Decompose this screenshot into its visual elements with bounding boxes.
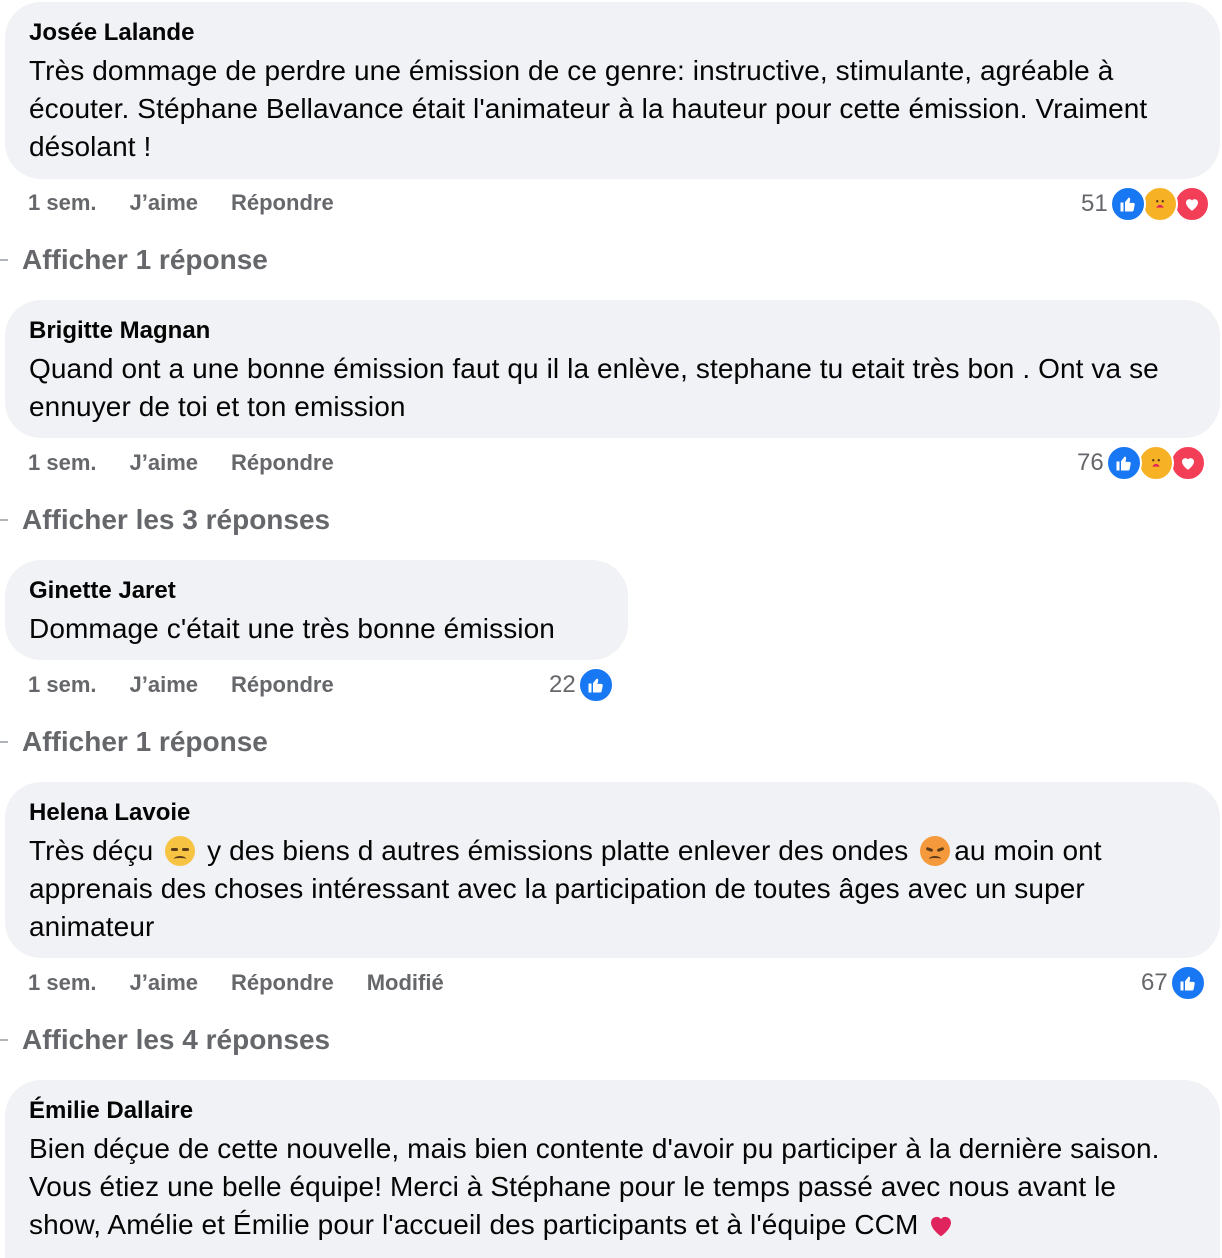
- care-icon: [1141, 186, 1178, 222]
- like-button[interactable]: J’aime: [130, 450, 199, 476]
- care-icon: [1137, 445, 1174, 481]
- reply-button[interactable]: Répondre: [231, 190, 334, 216]
- pouting-face-emoji: [920, 836, 951, 866]
- comment-text: Quand ont a une bonne émission faut qu i…: [29, 353, 1159, 422]
- love-icon: [1169, 445, 1206, 481]
- reactions-summary[interactable]: 22: [549, 667, 614, 703]
- comment-timestamp[interactable]: 1 sem.: [28, 450, 97, 476]
- comment-actions: 1 sem. J’aime Répondre Modifié: [28, 967, 477, 999]
- thread-line: [0, 1039, 8, 1041]
- thread-line: [0, 519, 8, 521]
- view-replies-label[interactable]: Afficher 1 réponse: [22, 726, 268, 758]
- comment-actions: 1 sem. J’aime Répondre: [28, 447, 367, 479]
- like-icon: [1105, 445, 1142, 481]
- comment-timestamp[interactable]: 1 sem.: [28, 970, 97, 996]
- reaction-count: 22: [549, 671, 576, 698]
- like-button[interactable]: J’aime: [130, 672, 199, 698]
- comment-author[interactable]: Émilie Dallaire: [29, 1096, 1196, 1126]
- comment-bubble: Helena Lavoie Très déçu y des biens d au…: [5, 782, 1220, 958]
- love-icon: [1173, 186, 1210, 222]
- reaction-count: 51: [1081, 190, 1108, 217]
- view-replies-link[interactable]: Afficher 1 réponse: [0, 240, 268, 280]
- comment-text-part: Très déçu: [29, 835, 154, 866]
- comment-author[interactable]: Brigitte Magnan: [29, 316, 1196, 346]
- view-replies-link[interactable]: Afficher les 3 réponses: [0, 500, 330, 540]
- comment-author[interactable]: Josée Lalande: [29, 18, 1196, 48]
- comment-text: Bien déçue de cette nouvelle, mais bien …: [29, 1130, 1196, 1244]
- reaction-count: 76: [1077, 449, 1104, 476]
- reply-button[interactable]: Répondre: [231, 970, 334, 996]
- comment-author[interactable]: Helena Lavoie: [29, 798, 1196, 828]
- comment-text-part: Bien déçue de cette nouvelle, mais bien …: [29, 1133, 1160, 1240]
- comment-text-part: y des biens d autres émissions platte en…: [199, 835, 917, 866]
- reply-button[interactable]: Répondre: [231, 450, 334, 476]
- reactions-summary[interactable]: 76: [1077, 445, 1206, 481]
- thread-line: [0, 259, 8, 261]
- comment-timestamp[interactable]: 1 sem.: [28, 190, 97, 216]
- comment-bubble: Ginette Jaret Dommage c'était une très b…: [5, 560, 628, 660]
- like-button[interactable]: J’aime: [130, 970, 199, 996]
- view-replies-link[interactable]: Afficher les 4 réponses: [0, 1020, 330, 1060]
- reactions-summary[interactable]: 51: [1081, 186, 1210, 222]
- reactions-summary[interactable]: 67: [1141, 965, 1206, 1001]
- comment-timestamp[interactable]: 1 sem.: [28, 672, 97, 698]
- view-replies-label[interactable]: Afficher les 4 réponses: [22, 1024, 330, 1056]
- comment-author[interactable]: Ginette Jaret: [29, 576, 604, 606]
- edited-label[interactable]: Modifié: [367, 970, 444, 996]
- comment-actions: 1 sem. J’aime Répondre: [28, 187, 367, 219]
- like-icon: [1169, 965, 1206, 1001]
- reaction-count: 67: [1141, 969, 1168, 996]
- comment-actions: 1 sem. J’aime Répondre: [28, 669, 367, 701]
- comment-bubble: Émilie Dallaire Bien déçue de cette nouv…: [5, 1080, 1220, 1258]
- disappointed-face-emoji: [165, 836, 196, 866]
- comment-text: Très déçu y des biens d autres émissions…: [29, 832, 1196, 946]
- comment-bubble: Josée Lalande Très dommage de perdre une…: [5, 2, 1220, 179]
- view-replies-label[interactable]: Afficher 1 réponse: [22, 244, 268, 276]
- view-replies-link[interactable]: Afficher 1 réponse: [0, 722, 268, 762]
- thread-line: [0, 741, 8, 743]
- like-button[interactable]: J’aime: [130, 190, 199, 216]
- like-icon: [1109, 186, 1146, 222]
- comment-text: Très dommage de perdre une émission de c…: [29, 55, 1148, 162]
- like-icon: [577, 667, 614, 703]
- reply-button[interactable]: Répondre: [231, 672, 334, 698]
- comment-text: Dommage c'était une très bonne émission: [29, 613, 555, 644]
- comment-bubble: Brigitte Magnan Quand ont a une bonne ém…: [5, 300, 1220, 438]
- red-heart-emoji: [931, 1216, 952, 1237]
- view-replies-label[interactable]: Afficher les 3 réponses: [22, 504, 330, 536]
